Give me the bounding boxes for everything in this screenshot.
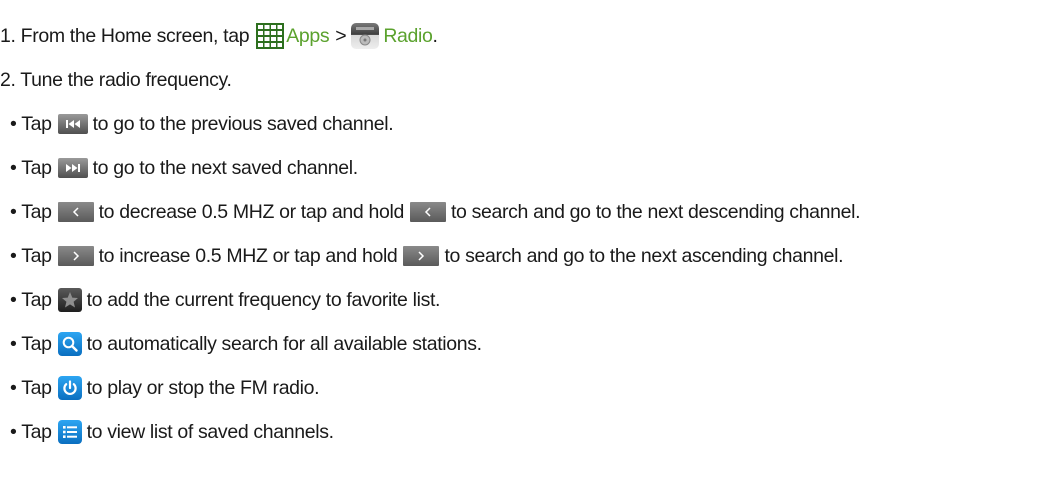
bullet-increase-frequency: • Tap to increase 0.5 MHZ or tap and hol… [0, 240, 844, 272]
bullet-text: to increase 0.5 MHZ or tap and hold [98, 244, 398, 267]
bullet-text: to automatically search for all availabl… [86, 332, 482, 355]
bullet-text: to decrease 0.5 MHZ or tap and hold [98, 200, 405, 223]
bullet-text-end: to search and go to the next ascending c… [444, 244, 844, 267]
increase-frequency-icon [403, 246, 440, 266]
bullet-decrease-frequency: • Tap to decrease 0.5 MHZ or tap and hol… [0, 196, 861, 228]
decrease-frequency-icon [409, 202, 446, 222]
bullet-lead: • Tap [10, 156, 52, 179]
radio-link: Radio [383, 24, 433, 47]
step-1-end: . [432, 24, 438, 47]
bullet-lead: • Tap [10, 244, 52, 267]
decrease-frequency-icon [57, 202, 94, 222]
apps-grid-icon [256, 23, 285, 49]
favorite-star-icon [57, 288, 82, 312]
bullet-next-channel: • Tap to go to the next saved channel. [0, 152, 358, 184]
bullet-text: to add the current frequency to favorite… [86, 288, 441, 311]
step-2: 2. Tune the radio frequency. [0, 64, 232, 96]
bullet-text: to go to the previous saved channel. [92, 112, 394, 135]
bullet-lead: • Tap [10, 376, 52, 399]
bullet-lead: • Tap [10, 288, 52, 311]
next-channel-icon [57, 158, 88, 178]
menu-separator: > [335, 24, 347, 47]
bullet-text-end: to search and go to the next descending … [450, 200, 861, 223]
power-icon [57, 376, 82, 400]
step-2-text: 2. Tune the radio frequency. [0, 68, 232, 91]
bullet-previous-channel: • Tap to go to the previous saved channe… [0, 108, 394, 140]
step-1-text: 1. From the Home screen, tap [0, 24, 250, 47]
bullet-search: • Tap to automatically search for all av… [0, 328, 482, 360]
bullet-lead: • Tap [10, 332, 52, 355]
search-icon [57, 332, 82, 356]
bullet-text: to go to the next saved channel. [92, 156, 359, 179]
bullet-lead: • Tap [10, 420, 52, 443]
fm-radio-app-icon [351, 23, 380, 49]
previous-channel-icon [57, 114, 88, 134]
apps-link: Apps [286, 24, 330, 47]
bullet-power: • Tap to play or stop the FM radio. [0, 372, 320, 404]
bullet-favorite: • Tap to add the current frequency to fa… [0, 284, 440, 316]
bullet-channel-list: • Tap to view list of saved channels. [0, 416, 334, 448]
increase-frequency-icon [57, 246, 94, 266]
bullet-text: to play or stop the FM radio. [86, 376, 320, 399]
bullet-text: to view list of saved channels. [86, 420, 334, 443]
bullet-lead: • Tap [10, 112, 52, 135]
channel-list-icon [57, 420, 82, 444]
step-1: 1. From the Home screen, tap Apps > Radi… [0, 20, 438, 52]
bullet-lead: • Tap [10, 200, 52, 223]
